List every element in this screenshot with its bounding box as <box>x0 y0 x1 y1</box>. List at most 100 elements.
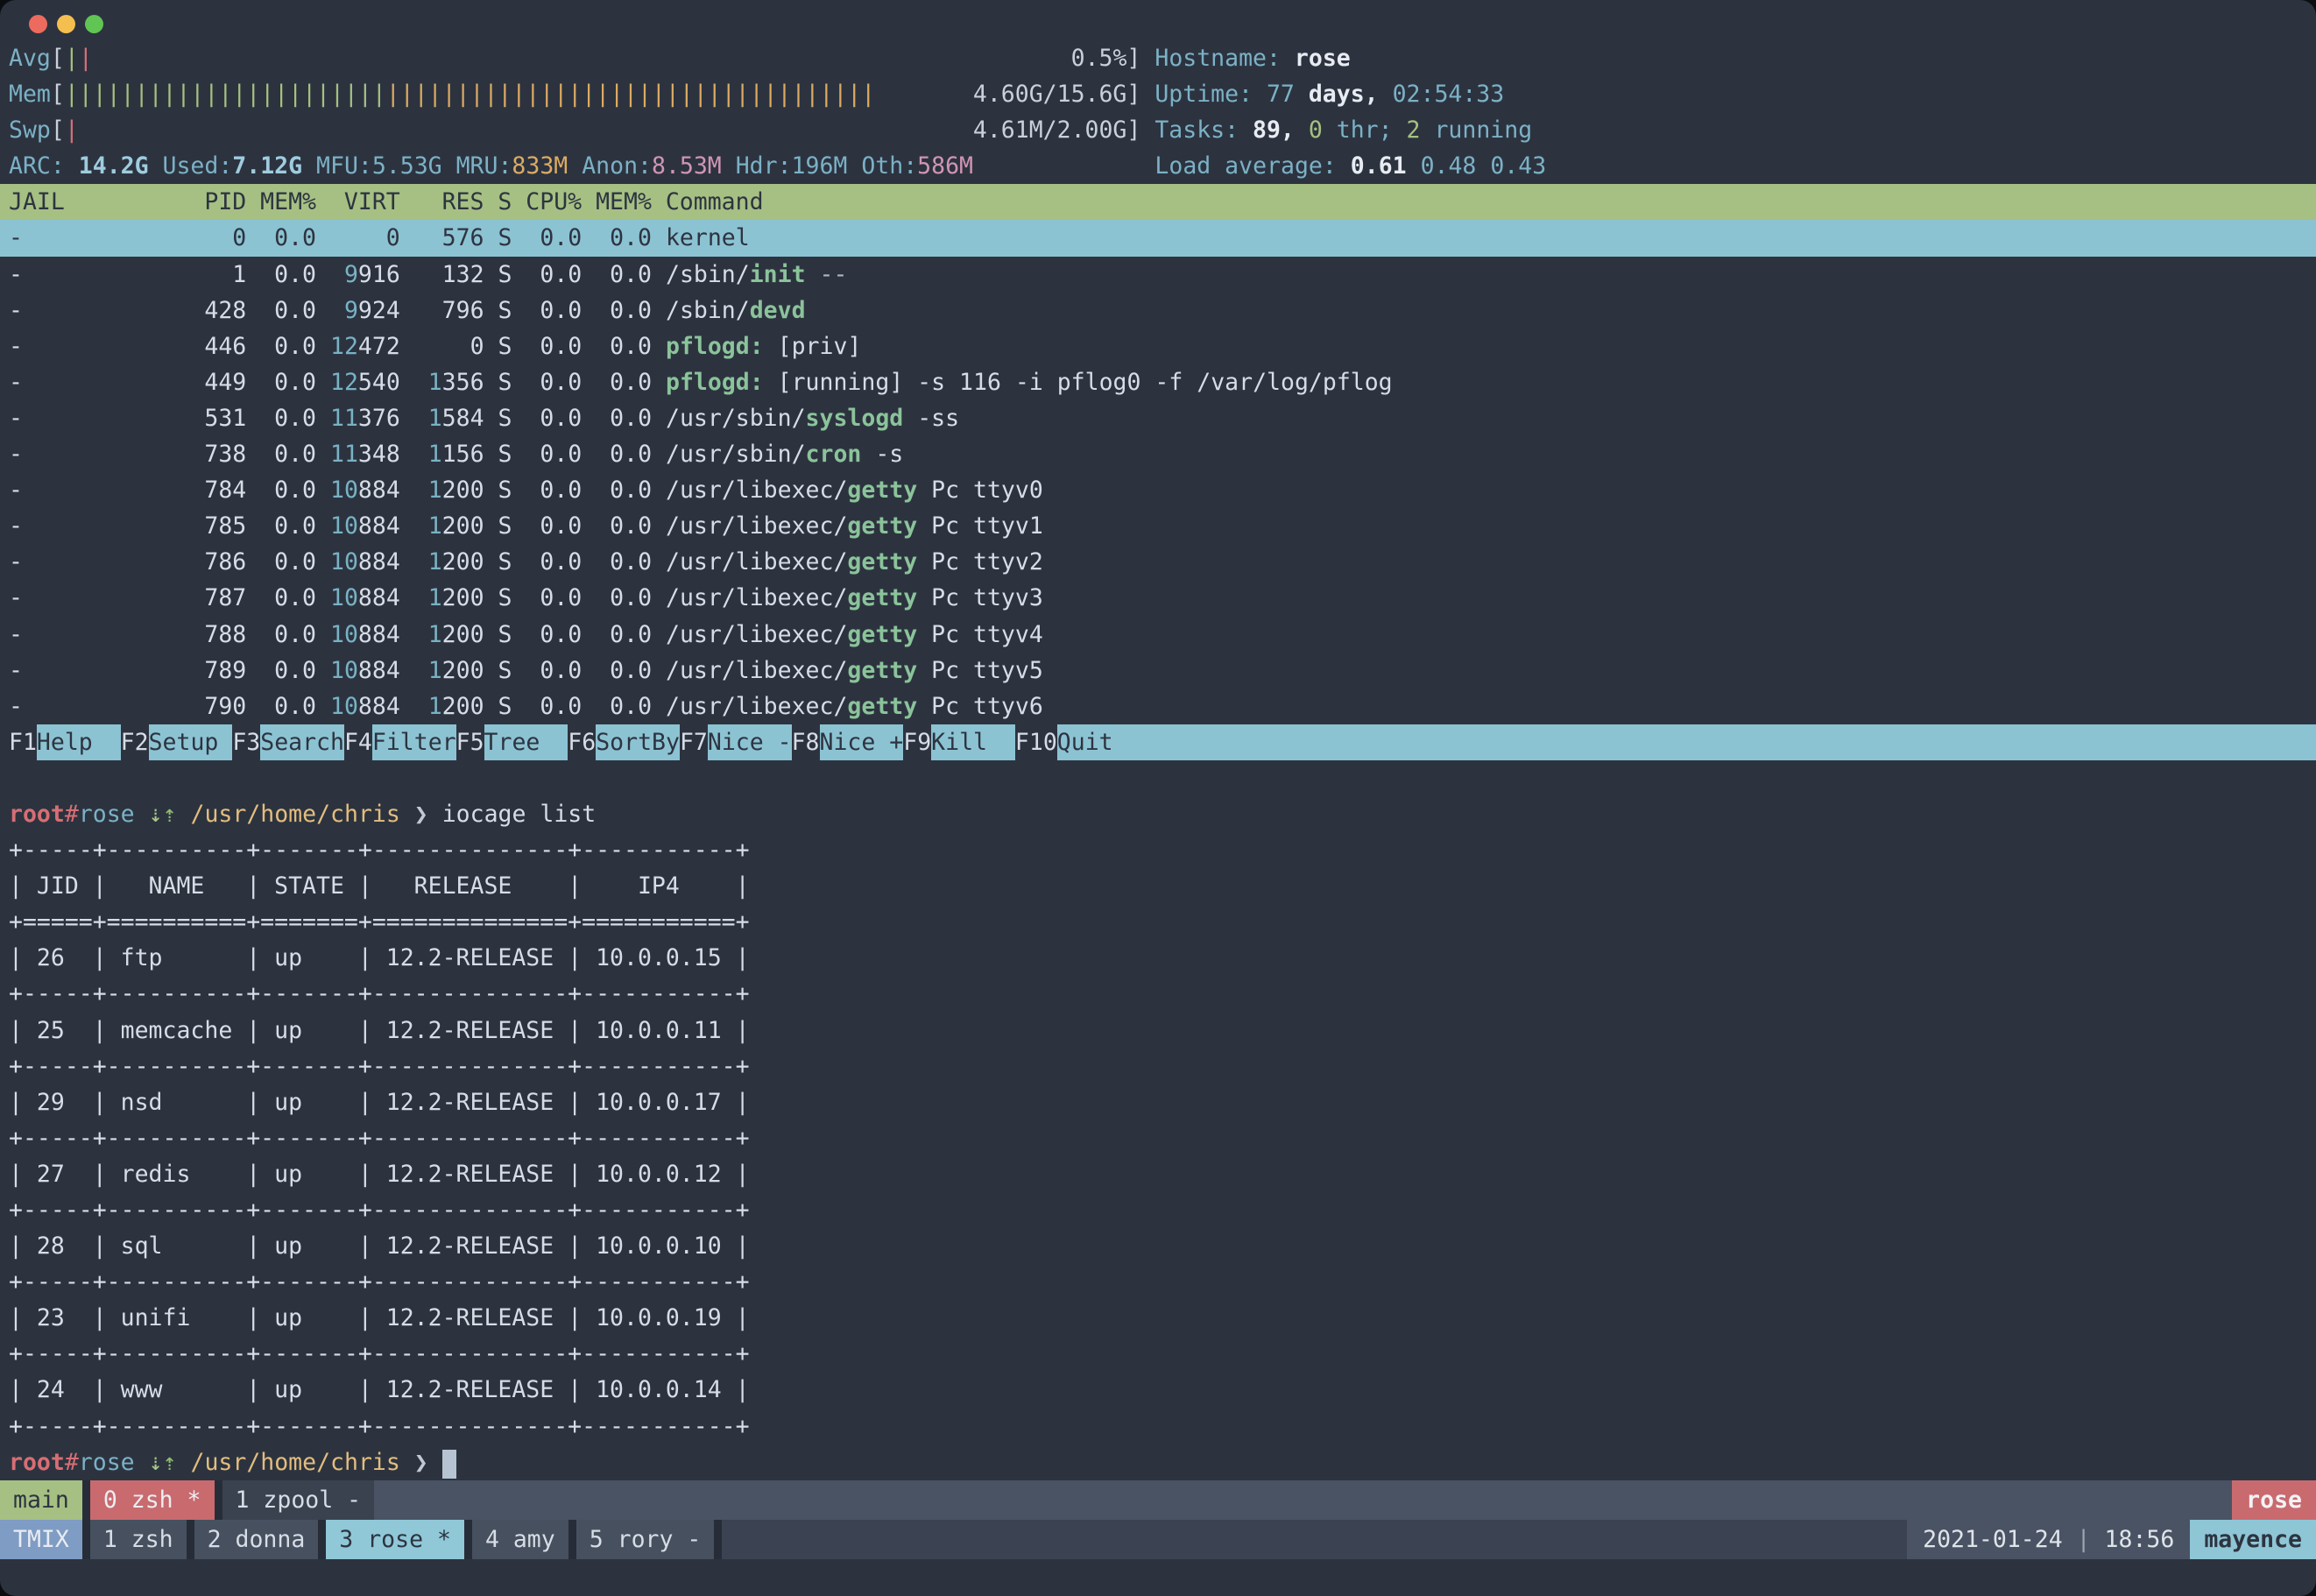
process-row[interactable]: - 1 0.0 9916 132 S 0.0 0.0 /sbin/init -- <box>0 257 2316 293</box>
arc-segment: 7.12G <box>232 152 302 180</box>
jail-table-border: +-----+----------+-------+--------------… <box>0 832 2316 868</box>
process-mem-pct2: 0.0 <box>582 333 652 360</box>
tmux-session-name-tmix[interactable]: TMIX <box>0 1520 82 1559</box>
fkey-search[interactable]: Search <box>260 724 344 760</box>
process-cmd-path: /usr/libexec/ <box>666 512 847 540</box>
process-jail-pid: - 784 <box>9 477 246 504</box>
tmux-user-badge: mayence <box>2190 1520 2316 1559</box>
process-row[interactable]: - 446 0.0 12472 0 S 0.0 0.0 pflogd: [pri… <box>0 328 2316 364</box>
prompt-hash: # <box>65 801 79 828</box>
process-row[interactable]: - 738 0.0 11348 1156 S 0.0 0.0 /usr/sbin… <box>0 436 2316 472</box>
meter-open-bracket: [ <box>51 117 65 144</box>
process-row[interactable]: - 788 0.0 10884 1200 S 0.0 0.0 /usr/libe… <box>0 617 2316 653</box>
fkey-quit[interactable]: Quit <box>1057 724 1141 760</box>
jail-table-border-text: +-----+----------+-------+--------------… <box>9 1413 750 1440</box>
process-mem-pct: 0.0 <box>246 477 316 504</box>
meter-bar-red: | <box>65 117 79 144</box>
process-cmd-args: Pc ttyv3 <box>917 584 1043 611</box>
process-cmd-args: -ss <box>903 405 959 432</box>
gap <box>400 261 442 288</box>
jail-table-border: +-----+----------+-------+--------------… <box>0 1264 2316 1300</box>
process-row[interactable]: - 0 0.0 0 576 S 0.0 0.0 kernel <box>0 220 2316 256</box>
process-row[interactable]: - 428 0.0 9924 796 S 0.0 0.0 /sbin/devd <box>0 293 2316 328</box>
gap <box>400 333 470 360</box>
gap <box>316 512 330 540</box>
titlebar <box>0 0 2316 40</box>
minimize-button[interactable] <box>57 15 75 33</box>
process-cmd-path: /usr/libexec/ <box>666 621 847 648</box>
fkey-nice-[interactable]: Nice + <box>820 724 904 760</box>
process-jail-pid: - 790 <box>9 693 246 720</box>
jail-table-row-text: | 26 | ftp | up | 12.2-RELEASE | 10.0.0.… <box>9 944 750 971</box>
process-row[interactable]: - 787 0.0 10884 1200 S 0.0 0.0 /usr/libe… <box>0 580 2316 616</box>
fkey-key-f7: F7 <box>680 724 708 760</box>
gap <box>400 621 428 648</box>
fkey-kill[interactable]: Kill <box>931 724 1015 760</box>
tmux-window-rose[interactable]: 3 rose * <box>326 1520 464 1559</box>
num-thousands-prefix: 11 <box>330 405 358 432</box>
close-button[interactable] <box>29 15 47 33</box>
fkey-nice-[interactable]: Nice - <box>708 724 792 760</box>
gap <box>400 693 428 720</box>
process-cmd-base: getty <box>847 693 917 720</box>
process-cmd-base: getty <box>847 477 917 504</box>
tmux-window-rory[interactable]: 5 rory - <box>576 1520 715 1559</box>
num-thousands-prefix: 10 <box>330 584 358 611</box>
tmux-window-zpool[interactable]: 1 zpool - <box>222 1480 375 1520</box>
jail-table-header-text: | JID | NAME | STATE | RELEASE | IP4 | <box>9 872 750 900</box>
process-cpu-pct: 0.0 <box>512 621 582 648</box>
process-cpu-pct: 0.0 <box>512 441 582 468</box>
jail-table-header: | JID | NAME | STATE | RELEASE | IP4 | <box>0 868 2316 904</box>
num-thousands-prefix: 10 <box>330 657 358 684</box>
process-row[interactable]: - 786 0.0 10884 1200 S 0.0 0.0 /usr/libe… <box>0 544 2316 580</box>
process-row[interactable]: - 789 0.0 10884 1200 S 0.0 0.0 /usr/libe… <box>0 653 2316 689</box>
num-thousands-prefix: 10 <box>330 693 358 720</box>
process-row[interactable]: - 785 0.0 10884 1200 S 0.0 0.0 /usr/libe… <box>0 508 2316 544</box>
num-value: 884 <box>358 657 400 684</box>
process-cpu-pct: 0.0 <box>512 405 582 432</box>
arc-segment: Anon: <box>568 152 652 180</box>
process-row[interactable]: - 784 0.0 10884 1200 S 0.0 0.0 /usr/libe… <box>0 472 2316 508</box>
gap <box>400 297 442 324</box>
tmux-datetime: 2021-01-24 | 18:56 <box>1907 1520 2190 1559</box>
jail-table-row-text: | 24 | www | up | 12.2-RELEASE | 10.0.0.… <box>9 1376 750 1403</box>
fkey-tree[interactable]: Tree <box>484 724 568 760</box>
info-segment: 77 <box>1267 81 1309 108</box>
num-value: 540 <box>358 369 400 396</box>
jail-table-border-text: +-----+----------+-------+--------------… <box>9 1268 750 1296</box>
tmux-session-name-main[interactable]: main <box>0 1480 82 1520</box>
num-thousands-prefix: 10 <box>330 548 358 576</box>
num-thousands-prefix: 1 <box>428 693 442 720</box>
tmux-window-amy[interactable]: 4 amy <box>472 1520 568 1559</box>
mem-meter-label: Mem <box>9 81 51 108</box>
meter-open-bracket: [ <box>51 81 65 108</box>
jail-table-row: | 23 | unifi | up | 12.2-RELEASE | 10.0.… <box>0 1300 2316 1336</box>
gap <box>652 584 666 611</box>
fkey-setup[interactable]: Setup <box>149 724 233 760</box>
num-value: 376 <box>358 405 400 432</box>
arc-segment: 5.53G <box>372 152 442 180</box>
tmux-window-donna[interactable]: 2 donna <box>194 1520 319 1559</box>
process-row[interactable]: - 449 0.0 12540 1356 S 0.0 0.0 pflogd: [… <box>0 364 2316 400</box>
jail-table-border: +-----+----------+-------+--------------… <box>0 1336 2316 1372</box>
process-cpu-pct: 0.0 <box>512 584 582 611</box>
process-row[interactable]: - 790 0.0 10884 1200 S 0.0 0.0 /usr/libe… <box>0 689 2316 724</box>
prompt-arrow-up: ⇡ <box>163 1449 177 1476</box>
gap <box>316 548 330 576</box>
gap <box>652 657 666 684</box>
fkey-key-f4: F4 <box>344 724 372 760</box>
tmux-window-zsh[interactable]: 0 zsh * <box>90 1480 215 1520</box>
num-thousands-prefix: 1 <box>428 369 442 396</box>
process-cmd-base: getty <box>847 657 917 684</box>
gap <box>400 584 428 611</box>
fkey-filter[interactable]: Filter <box>372 724 456 760</box>
fkey-sortby[interactable]: SortBy <box>596 724 680 760</box>
meter-gap <box>93 45 1071 72</box>
process-state: S <box>484 477 512 504</box>
process-row[interactable]: - 531 0.0 11376 1584 S 0.0 0.0 /usr/sbin… <box>0 400 2316 436</box>
zoom-button[interactable] <box>85 15 103 33</box>
jail-table-border: +-----+----------+-------+--------------… <box>0 1409 2316 1444</box>
fkey-help[interactable]: Help <box>37 724 121 760</box>
tmux-window-zsh[interactable]: 1 zsh <box>90 1520 187 1559</box>
process-cmd-base: devd <box>750 297 806 324</box>
